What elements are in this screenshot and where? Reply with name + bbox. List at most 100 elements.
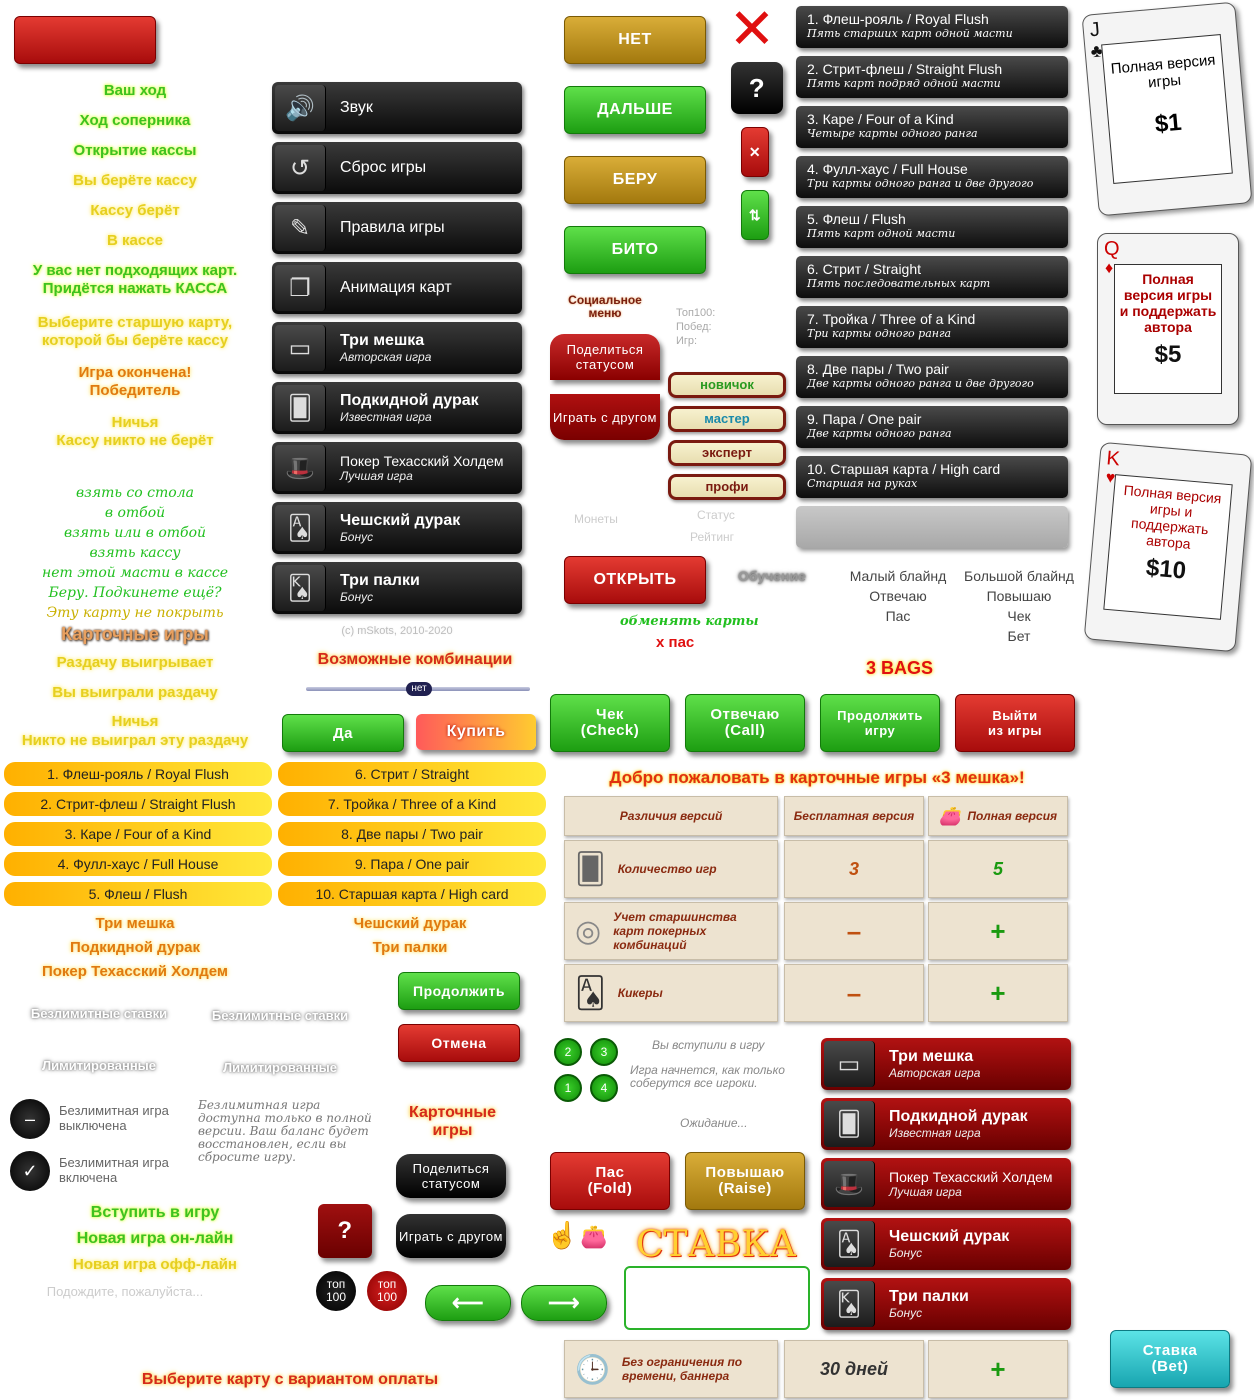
seat-4[interactable]: 4	[590, 1074, 618, 1102]
msg-kassa-taken-by: Кассу берёт	[90, 202, 180, 219]
combo-item: 8. Две пары / Two pair Две карты одного р…	[796, 356, 1068, 398]
red-menu-czech[interactable]: 🂡 Чешский дурак Бонус	[821, 1218, 1071, 1270]
seat-1[interactable]: 1	[554, 1074, 582, 1102]
rating-label: Рейтинг	[690, 530, 735, 544]
red-menu-podkidnoy[interactable]: 🂠 Подкидной дурак Известная игра	[821, 1098, 1071, 1150]
continue-button[interactable]: Продолжить	[398, 972, 520, 1010]
training-label[interactable]: Обучение	[738, 568, 806, 584]
share-status-button[interactable]: Поделиться статусом	[550, 334, 660, 380]
price-card-j[interactable]: J ♣ Полная версия игры $1	[1081, 1, 1253, 217]
cancel-button[interactable]: Отмена	[398, 1024, 520, 1062]
purse-icon: 👛	[938, 805, 962, 826]
help-button[interactable]: ?	[318, 1204, 372, 1258]
limited-option[interactable]: Лимитированные	[24, 1055, 174, 1077]
bito-button[interactable]: БИТО	[564, 226, 706, 274]
unlimited-bets-checked[interactable]: Безлимитные ставки	[205, 1005, 355, 1027]
win-msg-3: Ничья	[111, 713, 159, 730]
yes-button[interactable]: Да	[282, 714, 404, 752]
card-rank: J	[1088, 18, 1101, 42]
top100-dark-button[interactable]: топ 100	[316, 1271, 356, 1311]
close-icon[interactable]: ✕	[727, 1, 777, 57]
seat-3[interactable]: 3	[590, 1038, 618, 1066]
combo-item: 9. Пара / One pair Две карты одного ранга	[796, 406, 1068, 448]
check-button[interactable]: Чек (Check)	[550, 694, 670, 752]
compare-last-full: +	[928, 1340, 1068, 1398]
chips-icon: ◎	[575, 914, 602, 948]
unlimited-off-toggle[interactable]: –	[10, 1099, 50, 1139]
copyright: (c) mSkots, 2010-2020	[341, 625, 453, 637]
arrow-left-icon: ⟵	[451, 1290, 485, 1315]
swap-icon[interactable]: ⇅	[741, 190, 769, 240]
play-friend-dark-button[interactable]: Играть с другом	[396, 1214, 506, 1258]
three-bags-icon: ▭	[824, 1041, 875, 1087]
card-rank: Q	[1104, 238, 1120, 260]
limited-checked[interactable]: Лимитированные	[205, 1057, 355, 1079]
take-button[interactable]: БЕРУ	[564, 156, 706, 204]
bet-input[interactable]	[624, 1266, 810, 1330]
red-menu-poker[interactable]: 🎩 Покер Техасский Холдем Лучшая игра	[821, 1158, 1071, 1210]
red-menu-three-bags[interactable]: ▭ Три мешка Авторская игра	[821, 1038, 1071, 1090]
czech-cards-icon: 🂡	[275, 505, 326, 551]
combo-item: 4. Фулл-хаус / Full House Три карты одног…	[796, 156, 1068, 198]
unlimited-on-toggle[interactable]: ✓	[10, 1151, 50, 1191]
diamond-icon: ♦	[1105, 260, 1114, 277]
bet-button[interactable]: Ставка (Bet)	[1110, 1330, 1230, 1388]
share-status-dark-button[interactable]: Поделиться статусом	[396, 1154, 506, 1198]
combo-item: 3. Каре / Four of a Kind Четыре карты одн…	[796, 106, 1068, 148]
join-game-label[interactable]: Вступить в игру	[20, 1204, 290, 1222]
menu-item-reset[interactable]: ↺ Сброс игры	[272, 142, 522, 194]
level-expert[interactable]: эксперт	[668, 440, 786, 466]
msg-your-turn: Ваш ход	[103, 82, 167, 99]
unlimited-bets-option[interactable]: Безлимитные ставки	[24, 1003, 174, 1025]
menu-item-rules[interactable]: ✎ Правила игры	[272, 202, 522, 254]
game-name-three-sticks: Три палки	[372, 939, 448, 956]
new-online-label[interactable]: Новая игра он-лайн	[20, 1230, 290, 1248]
card-price: $1	[1153, 108, 1183, 139]
phrase-take-or-discard: взять или в отбой	[63, 525, 207, 541]
menu-item-three-bags[interactable]: ▭ Три мешка Авторская игра	[272, 322, 522, 374]
level-master[interactable]: мастер	[668, 406, 786, 432]
level-pro[interactable]: профи	[668, 474, 786, 500]
next-button[interactable]: ДАЛЬШЕ	[564, 86, 706, 134]
continue-game-button[interactable]: Продолжить игру	[820, 694, 940, 752]
small-close-icon[interactable]: ✕	[741, 127, 769, 177]
raise-button[interactable]: Повышаю (Raise)	[685, 1152, 805, 1210]
buy-button[interactable]: Купить	[416, 714, 536, 750]
top100-red-button[interactable]: топ 100	[367, 1271, 407, 1311]
menu-item-animation[interactable]: ❐ Анимация карт	[272, 262, 522, 314]
price-card-k[interactable]: K ♥ Полная версия игры и поддержать авто…	[1083, 441, 1253, 653]
open-button[interactable]: ОТКРЫТЬ	[564, 556, 706, 604]
fold-button[interactable]: Пас (Fold)	[550, 1152, 670, 1210]
question-icon[interactable]: ?	[731, 62, 783, 114]
card-games-small-title: Карточные игры	[409, 1104, 496, 1139]
combo-item: 5. Флеш / Flush Пять карт одной масти	[796, 206, 1068, 248]
three-sticks-icon: 🂮	[275, 565, 326, 611]
combos-slider-thumb[interactable]: нет	[406, 682, 432, 696]
game-name-poker: Покер Техасский Холдем	[41, 963, 229, 980]
x-pass-label[interactable]: х пас	[656, 634, 694, 651]
card-text: Полная версия игры	[1110, 51, 1217, 92]
seat-2[interactable]: 2	[554, 1038, 582, 1066]
kassa-button[interactable]	[14, 16, 156, 64]
menu-item-sound[interactable]: 🔊 Звук	[272, 82, 522, 134]
menu-item-czech[interactable]: 🂡 Чешский дурак Бонус	[272, 502, 522, 554]
arrow-right-button[interactable]: ⟶	[521, 1285, 607, 1321]
compare-header-free: Бесплатная версия	[784, 796, 924, 836]
new-offline-label[interactable]: Новая игра офф-лайн	[20, 1256, 290, 1273]
menu-item-three-sticks[interactable]: 🂮 Три палки Бонус	[272, 562, 522, 614]
level-novice[interactable]: новичок	[668, 372, 786, 398]
play-friend-button[interactable]: Играть с другом	[550, 394, 660, 440]
no-button[interactable]: НЕТ	[564, 16, 706, 64]
card-games-title: Карточные игры	[61, 624, 209, 644]
exchange-cards-label[interactable]: обменять карты	[620, 614, 759, 629]
arrow-left-button[interactable]: ⟵	[425, 1285, 511, 1321]
exit-game-button[interactable]: Выйти из игры	[955, 694, 1075, 752]
arrow-right-icon: ⟶	[547, 1290, 581, 1315]
purse-icon: 👛	[580, 1224, 608, 1249]
social-stats: Топ100: Побед: Игр:	[676, 306, 715, 348]
menu-item-poker[interactable]: 🎩 Покер Техасский Холдем Лучшая игра	[272, 442, 522, 494]
red-menu-three-sticks[interactable]: 🂮 Три палки Бонус	[821, 1278, 1071, 1330]
call-button[interactable]: Отвечаю (Call)	[685, 694, 805, 752]
price-card-q[interactable]: Q ♦ Полная версия игры и поддержать авто…	[1097, 233, 1239, 425]
menu-item-podkidnoy[interactable]: 🂠 Подкидной дурак Известная игра	[272, 382, 522, 434]
